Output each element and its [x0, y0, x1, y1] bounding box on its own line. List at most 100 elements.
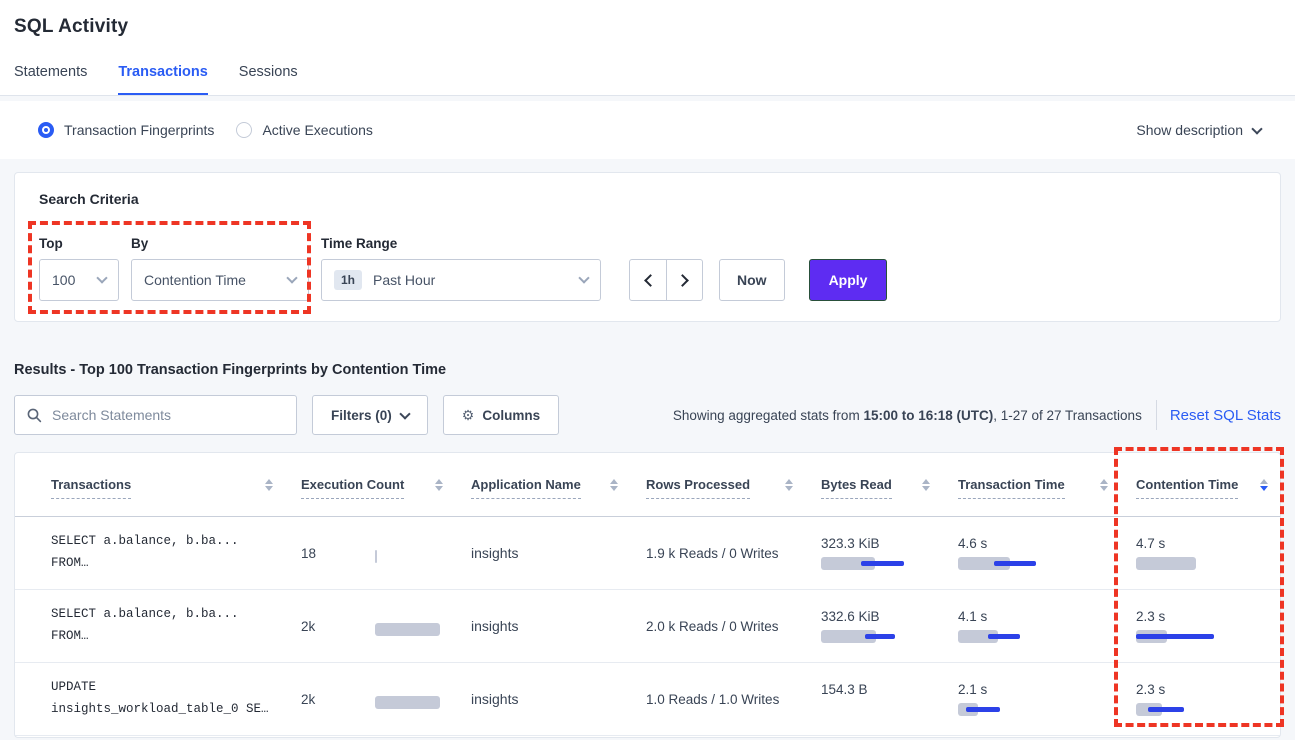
sort-icon[interactable] [922, 479, 930, 491]
table-row: UPDATE insights_workload_table_0 SE… 2k … [15, 663, 1280, 736]
by-label: By [131, 236, 309, 251]
chevron-left-icon [644, 274, 657, 287]
table-header-row: Transactions Execution Count Application… [15, 453, 1280, 517]
radio-transaction-fingerprints[interactable]: Transaction Fingerprints [38, 122, 214, 138]
contention-time-cell: 2.3 s [1136, 609, 1270, 643]
transaction-fingerprint-link[interactable]: UPDATE insights_workload_table_0 SE… [51, 677, 301, 721]
filters-button[interactable]: Filters (0) [312, 395, 428, 435]
rows-processed-cell: 2.0 k Reads / 0 Writes [646, 619, 821, 634]
sort-icon[interactable] [785, 479, 793, 491]
contention-time-cell: 4.7 s [1136, 536, 1270, 570]
aggregated-stats-text: Showing aggregated stats from 15:00 to 1… [673, 408, 1142, 423]
results-heading: Results - Top 100 Transaction Fingerprin… [14, 362, 1281, 378]
column-header-bytes-read[interactable]: Bytes Read [821, 477, 958, 493]
bytes-read-cell: 332.6 KiB [821, 609, 958, 643]
transaction-time-bar [958, 557, 1050, 570]
tab-transactions[interactable]: Transactions [118, 64, 207, 95]
chevron-right-icon [676, 274, 689, 287]
column-header-transactions[interactable]: Transactions [51, 477, 301, 493]
rows-processed-cell: 1.0 Reads / 1.0 Writes [646, 692, 821, 707]
radio-label: Transaction Fingerprints [64, 122, 214, 138]
contention-time-bar [1136, 703, 1228, 716]
chevron-down-icon [286, 272, 297, 283]
transaction-time-bar [958, 630, 1050, 643]
search-statements-box[interactable] [14, 395, 297, 435]
search-statements-input[interactable] [52, 407, 284, 423]
bytes-read-cell: 154.3 B [821, 682, 958, 716]
bytes-read-bar [821, 630, 913, 643]
column-header-transaction-time[interactable]: Transaction Time [958, 477, 1136, 493]
tab-sessions[interactable]: Sessions [239, 64, 298, 95]
now-button[interactable]: Now [719, 259, 785, 301]
transactions-table: Transactions Execution Count Application… [14, 452, 1281, 738]
execution-count-cell: 2k [301, 690, 471, 709]
columns-button[interactable]: ⚙ Columns [443, 395, 559, 435]
tab-bar: Statements Transactions Sessions [14, 64, 1281, 95]
execution-count-cell: 18 [301, 544, 471, 563]
search-criteria-fields: Top 100 By Contention Time Time Range 1h… [39, 236, 1256, 301]
radio-unselected-icon[interactable] [236, 122, 252, 138]
time-range-select[interactable]: 1h Past Hour [321, 259, 601, 301]
page-title: SQL Activity [14, 16, 1281, 38]
bytes-read-bar [821, 557, 913, 570]
reset-sql-stats-link[interactable]: Reset SQL Stats [1170, 407, 1281, 424]
search-icon [27, 408, 42, 423]
results-controls-row: Filters (0) ⚙ Columns Showing aggregated… [14, 395, 1281, 435]
by-select[interactable]: Contention Time [131, 259, 309, 301]
view-toggle-row: Transaction Fingerprints Active Executio… [0, 101, 1295, 159]
transaction-time-cell: 4.1 s [958, 609, 1136, 643]
sort-icon[interactable] [610, 479, 618, 491]
time-nav-group [629, 259, 703, 301]
chevron-down-icon [399, 408, 410, 419]
by-field: By Contention Time [131, 236, 309, 301]
gear-icon: ⚙ [462, 407, 475, 424]
execution-count-bar [375, 696, 467, 709]
top-select[interactable]: 100 [39, 259, 119, 301]
top-field: Top 100 [39, 236, 119, 301]
execution-count-bar [375, 550, 467, 563]
radio-active-executions[interactable]: Active Executions [236, 122, 373, 138]
transaction-time-cell: 2.1 s [958, 682, 1136, 716]
by-value: Contention Time [144, 272, 246, 288]
bytes-read-cell: 323.3 KiB [821, 536, 958, 570]
transaction-time-bar [958, 703, 1050, 716]
page-header: SQL Activity Statements Transactions Ses… [0, 0, 1295, 96]
application-name-cell: insights [471, 618, 646, 634]
columns-label: Columns [482, 408, 540, 423]
previous-time-button[interactable] [630, 260, 666, 300]
contention-time-bar [1136, 557, 1228, 570]
column-header-application-name[interactable]: Application Name [471, 477, 646, 493]
sort-icon[interactable] [265, 479, 273, 491]
execution-count-bar [375, 623, 467, 636]
filters-label: Filters (0) [331, 408, 392, 423]
sort-icon-active[interactable] [1260, 479, 1268, 491]
radio-selected-icon[interactable] [38, 122, 54, 138]
time-range-badge: 1h [334, 270, 362, 290]
tab-statements[interactable]: Statements [14, 64, 87, 95]
bytes-read-bar [821, 703, 913, 716]
vertical-divider [1156, 400, 1157, 430]
search-criteria-heading: Search Criteria [39, 191, 1256, 207]
column-header-contention-time[interactable]: Contention Time [1136, 477, 1270, 493]
apply-button[interactable]: Apply [809, 259, 888, 301]
time-range-field: Time Range 1h Past Hour [321, 236, 617, 301]
contention-time-bar [1136, 630, 1228, 643]
top-label: Top [39, 236, 119, 251]
column-header-execution-count[interactable]: Execution Count [301, 477, 471, 493]
time-range-label: Time Range [321, 236, 617, 251]
table-row: SELECT a.balance, b.ba... FROM… 2k insig… [15, 590, 1280, 663]
radio-label: Active Executions [262, 122, 373, 138]
show-description-label: Show description [1136, 122, 1243, 138]
sort-icon[interactable] [435, 479, 443, 491]
chevron-down-icon [1251, 123, 1262, 134]
table-row: SELECT a.balance, b.ba... FROM… 18 insig… [15, 517, 1280, 590]
show-description-toggle[interactable]: Show description [1136, 122, 1261, 138]
column-header-rows-processed[interactable]: Rows Processed [646, 477, 821, 493]
next-time-button[interactable] [666, 260, 702, 300]
transaction-fingerprint-link[interactable]: SELECT a.balance, b.ba... FROM… [51, 604, 301, 648]
application-name-cell: insights [471, 691, 646, 707]
transaction-fingerprint-link[interactable]: SELECT a.balance, b.ba... FROM… [51, 531, 301, 575]
sort-icon[interactable] [1100, 479, 1108, 491]
execution-count-cell: 2k [301, 617, 471, 636]
rows-processed-cell: 1.9 k Reads / 0 Writes [646, 546, 821, 561]
